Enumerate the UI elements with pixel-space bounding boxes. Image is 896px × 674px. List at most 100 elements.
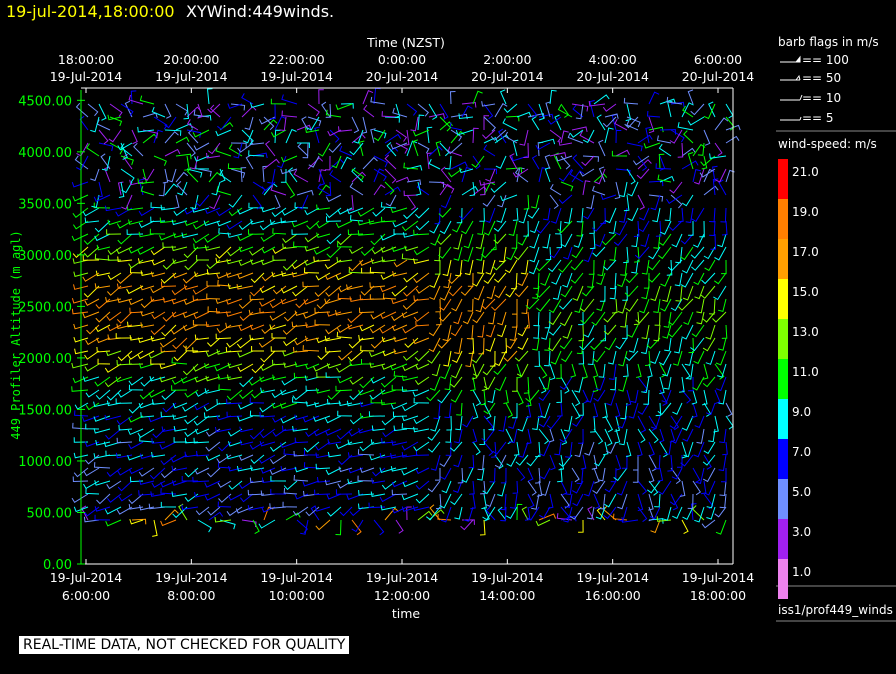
wind-barb: [517, 337, 529, 350]
wind-barb: [668, 220, 683, 232]
wind-barb: [462, 415, 474, 428]
speed-scale-label: 5.0: [792, 485, 812, 499]
wind-barb: [270, 185, 287, 196]
wind-barb: [477, 454, 485, 471]
wind-barb: [696, 428, 705, 444]
wind-barb: [560, 285, 573, 298]
wind-barb: [483, 116, 497, 132]
wind-barb: [206, 88, 213, 105]
wind-barb: [249, 246, 265, 256]
wind-barb: [173, 350, 188, 362]
wind-barb: [544, 311, 551, 329]
wind-barb: [178, 503, 188, 521]
wind-barb: [549, 454, 556, 471]
top-tick-time: 2:00:00: [483, 52, 531, 67]
wind-barb: [302, 480, 320, 487]
wind-barb: [549, 89, 557, 105]
wind-barb: [270, 103, 276, 120]
y-axis-title: 449 Profiler Altitude (m agl): [9, 230, 23, 440]
wind-barb: [171, 465, 188, 472]
top-tick-date: 19-Jul-2014: [155, 69, 228, 84]
wind-barb: [476, 246, 485, 261]
wind-barb: [280, 298, 298, 305]
wind-barb: [602, 441, 609, 456]
wind-barb: [495, 155, 507, 169]
wind-barb: [159, 217, 177, 224]
wind-barb: [348, 194, 354, 211]
wind-barb: [713, 415, 719, 433]
wind-barb: [335, 220, 353, 229]
wind-barb: [682, 285, 694, 301]
wind-barb: [249, 428, 265, 440]
wind-barb: [560, 233, 573, 248]
wind-barb: [450, 363, 463, 379]
wind-barb: [637, 376, 649, 393]
wind-barb: [439, 493, 452, 509]
wind-barb: [460, 519, 474, 531]
wind-barb: [94, 376, 111, 387]
wind-barb: [260, 467, 276, 474]
wind-barb: [206, 152, 221, 159]
wind-barb: [618, 376, 628, 392]
wind-barb: [685, 207, 694, 224]
wind-barb: [373, 519, 385, 536]
wind-barb: [440, 467, 452, 480]
wind-barb: [592, 402, 599, 418]
wind-barb: [218, 493, 232, 503]
wind-barb: [578, 402, 584, 416]
wind-barb: [527, 480, 537, 496]
wind-barb: [434, 207, 441, 225]
wind-barb: [281, 110, 298, 118]
wind-barb: [159, 233, 177, 241]
wind-barb: [583, 480, 595, 497]
wind-barb: [495, 376, 507, 392]
wind-barb: [326, 246, 342, 259]
wind-barb: [269, 219, 287, 226]
wind-barb: [715, 376, 727, 392]
wind-barb: [272, 415, 287, 423]
wind-barb: [291, 220, 309, 228]
wind-barb: [481, 493, 487, 510]
wind-barb: [486, 324, 496, 338]
wind-barb: [122, 153, 133, 170]
wind-barb: [373, 155, 388, 168]
wind-barb: [329, 170, 342, 183]
wind-barb: [663, 376, 672, 390]
wind-barb: [426, 389, 441, 402]
wind-barb: [116, 283, 133, 290]
wind-barb: [349, 246, 364, 254]
wind-barb: [709, 207, 716, 223]
wind-barb: [551, 207, 562, 224]
wind-barb: [138, 178, 145, 196]
wind-barb: [358, 140, 365, 157]
wind-barb: [316, 204, 331, 211]
wind-barb: [692, 233, 705, 248]
wind-barb: [550, 350, 562, 365]
wind-barb: [450, 324, 463, 337]
wind-barb: [152, 519, 158, 537]
wind-barb: [208, 511, 224, 521]
wind-barb: [151, 106, 166, 118]
wind-barb: [536, 298, 551, 312]
wind-barb: [237, 207, 254, 215]
wind-barb: [171, 219, 188, 226]
wind-barb: [175, 171, 189, 183]
wind-barb: [381, 256, 397, 263]
speed-color-swatch: [778, 439, 788, 479]
wind-barb: [455, 415, 463, 431]
wind-barb: [587, 350, 595, 366]
wind-barb: [530, 194, 540, 209]
speed-scale-label: 3.0: [792, 525, 812, 539]
wind-barb: [691, 389, 698, 405]
wind-barb: [348, 259, 364, 272]
wind-barb: [349, 182, 364, 196]
wind-barb: [438, 207, 452, 218]
wind-barb: [118, 493, 133, 502]
wind-barb: [72, 194, 89, 202]
wind-barb: [719, 493, 727, 509]
wind-barb: [548, 428, 555, 443]
wind-barb: [105, 428, 122, 440]
wind-barb: [637, 480, 648, 495]
wind-barb: [674, 337, 683, 354]
wind-barb: [461, 467, 474, 483]
